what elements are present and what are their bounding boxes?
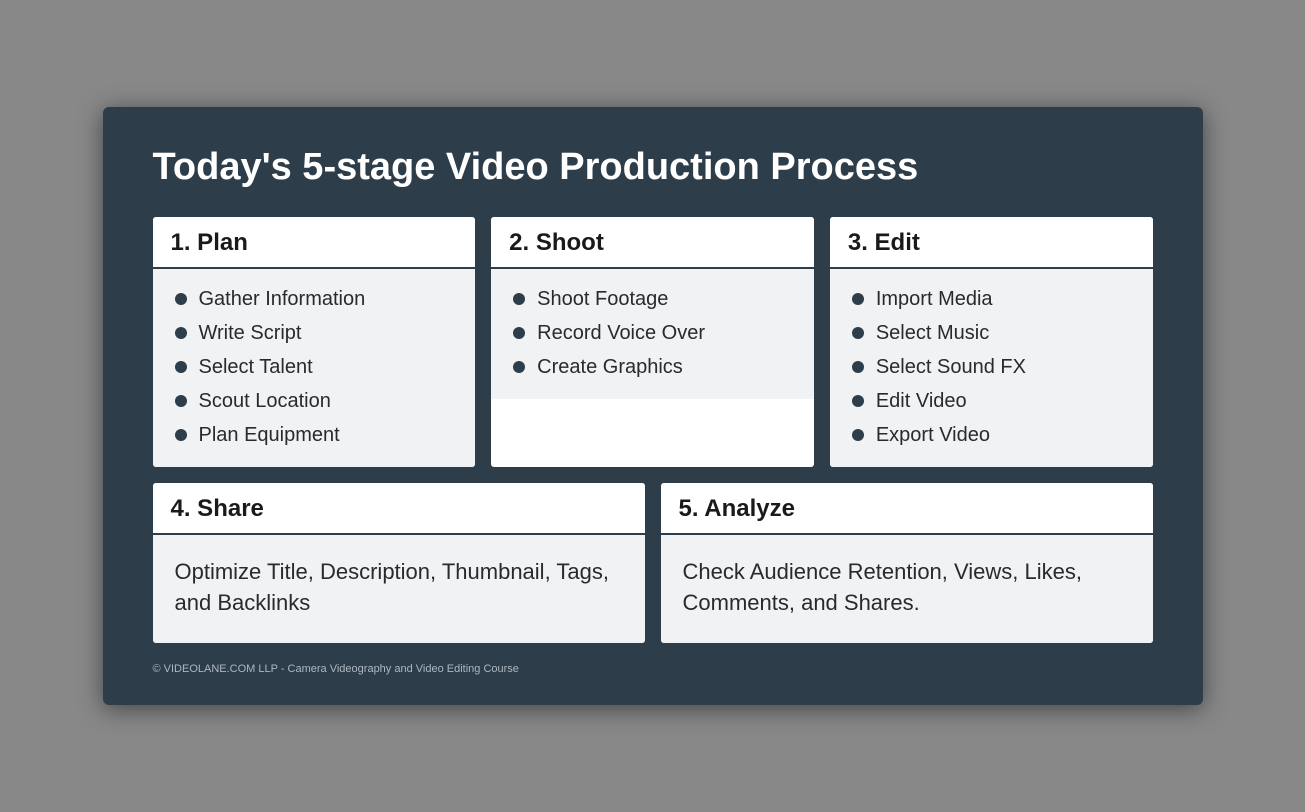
edit-item-2: Select Music (876, 321, 989, 345)
card-shoot-header: 2. Shoot (491, 217, 814, 269)
bullet-icon (852, 395, 864, 407)
card-plan-title: 1. Plan (171, 229, 248, 256)
list-item: Edit Video (852, 389, 1135, 413)
list-item: Scout Location (175, 389, 458, 413)
list-item: Plan Equipment (175, 423, 458, 447)
card-plan-body: Gather Information Write Script Select T… (153, 269, 476, 467)
footer: © VIDEOLANE.COM LLP - Camera Videography… (153, 663, 1153, 675)
plan-list: Gather Information Write Script Select T… (175, 287, 458, 447)
card-share-header: 4. Share (153, 483, 645, 535)
card-edit: 3. Edit Import Media Select Music Select… (830, 217, 1153, 467)
edit-item-1: Import Media (876, 287, 993, 311)
card-plan-header: 1. Plan (153, 217, 476, 269)
card-share-title: 4. Share (171, 495, 264, 522)
footer-text: © VIDEOLANE.COM LLP - Camera Videography… (153, 663, 519, 675)
bullet-icon (175, 429, 187, 441)
list-item: Create Graphics (513, 355, 796, 379)
card-edit-body: Import Media Select Music Select Sound F… (830, 269, 1153, 467)
card-share-body: Optimize Title, Description, Thumbnail, … (153, 535, 645, 643)
card-analyze-body: Check Audience Retention, Views, Likes, … (661, 535, 1153, 643)
slide-title: Today's 5-stage Video Production Process (153, 147, 1153, 189)
plan-item-5: Plan Equipment (199, 423, 340, 447)
shoot-item-1: Shoot Footage (537, 287, 668, 311)
edit-item-5: Export Video (876, 423, 990, 447)
bullet-icon (175, 293, 187, 305)
bullet-icon (175, 361, 187, 373)
list-item: Select Music (852, 321, 1135, 345)
shoot-item-3: Create Graphics (537, 355, 683, 379)
list-item: Select Sound FX (852, 355, 1135, 379)
list-item: Select Talent (175, 355, 458, 379)
card-shoot-body: Shoot Footage Record Voice Over Create G… (491, 269, 814, 399)
edit-item-4: Edit Video (876, 389, 967, 413)
plan-item-2: Write Script (199, 321, 302, 345)
card-share: 4. Share Optimize Title, Description, Th… (153, 483, 645, 643)
card-shoot-title: 2. Shoot (509, 229, 604, 256)
slide: Today's 5-stage Video Production Process… (103, 107, 1203, 704)
list-item: Write Script (175, 321, 458, 345)
edit-list: Import Media Select Music Select Sound F… (852, 287, 1135, 447)
edit-item-3: Select Sound FX (876, 355, 1026, 379)
list-item: Gather Information (175, 287, 458, 311)
card-analyze: 5. Analyze Check Audience Retention, Vie… (661, 483, 1153, 643)
card-edit-title: 3. Edit (848, 229, 920, 256)
bullet-icon (513, 361, 525, 373)
shoot-item-2: Record Voice Over (537, 321, 705, 345)
list-item: Import Media (852, 287, 1135, 311)
analyze-text: Check Audience Retention, Views, Likes, … (683, 557, 1131, 619)
bullet-icon (852, 293, 864, 305)
plan-item-4: Scout Location (199, 389, 331, 413)
bullet-icon (175, 395, 187, 407)
bullet-icon (513, 327, 525, 339)
card-plan: 1. Plan Gather Information Write Script … (153, 217, 476, 467)
list-item: Export Video (852, 423, 1135, 447)
bullet-icon (852, 327, 864, 339)
list-item: Record Voice Over (513, 321, 796, 345)
bottom-row: 4. Share Optimize Title, Description, Th… (153, 483, 1153, 643)
card-analyze-title: 5. Analyze (679, 495, 796, 522)
card-edit-header: 3. Edit (830, 217, 1153, 269)
plan-item-3: Select Talent (199, 355, 313, 379)
bullet-icon (175, 327, 187, 339)
list-item: Shoot Footage (513, 287, 796, 311)
shoot-list: Shoot Footage Record Voice Over Create G… (513, 287, 796, 379)
bullet-icon (513, 293, 525, 305)
bullet-icon (852, 361, 864, 373)
plan-item-1: Gather Information (199, 287, 366, 311)
card-analyze-header: 5. Analyze (661, 483, 1153, 535)
top-row: 1. Plan Gather Information Write Script … (153, 217, 1153, 467)
share-text: Optimize Title, Description, Thumbnail, … (175, 557, 623, 619)
card-shoot: 2. Shoot Shoot Footage Record Voice Over… (491, 217, 814, 467)
bullet-icon (852, 429, 864, 441)
